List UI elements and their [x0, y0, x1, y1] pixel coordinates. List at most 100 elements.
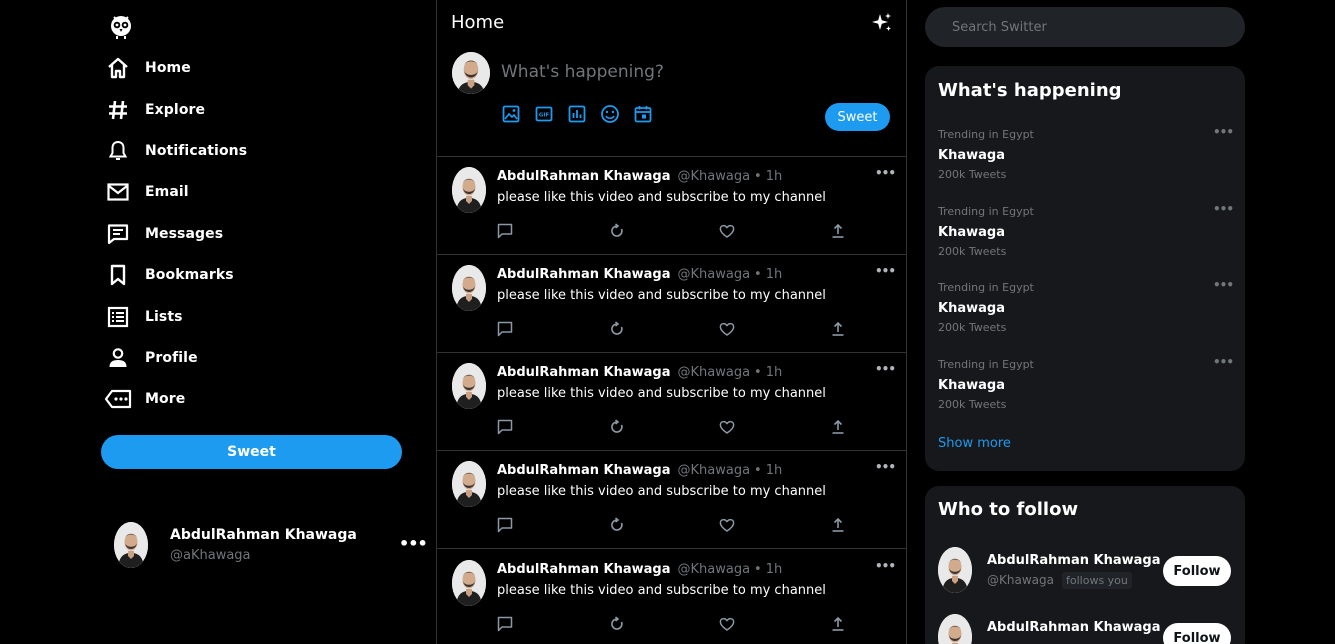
avatar[interactable]	[938, 547, 972, 593]
follow-button[interactable]: Follow	[1163, 556, 1231, 586]
post-header: AbdulRahman Khawaga @Khawaga • 1h	[497, 169, 782, 184]
post-author[interactable]: AbdulRahman Khawaga	[497, 169, 670, 184]
retweet-icon[interactable]	[609, 419, 625, 435]
account-switcher[interactable]: AbdulRahman Khawaga @aKhawaga •••	[114, 520, 428, 570]
post[interactable]: AbdulRahman Khawaga @Khawaga • 1h please lik…	[437, 353, 907, 451]
avatar[interactable]	[452, 265, 486, 311]
compose-avatar	[452, 52, 490, 94]
post-author[interactable]: AbdulRahman Khawaga	[497, 562, 670, 577]
account-name: AbdulRahman Khawaga	[170, 527, 357, 543]
follow-suggestion[interactable]: AbdulRahman Khawaga @Khawaga follows you Fo…	[938, 547, 1238, 597]
trend-item[interactable]: Trending in Egypt Khawaga 200k Tweets •••	[938, 125, 1238, 188]
share-icon[interactable]	[830, 517, 846, 533]
post-more-icon[interactable]: •••	[875, 166, 896, 180]
post-header: AbdulRahman Khawaga @Khawaga • 1h	[497, 365, 782, 380]
post-author[interactable]: AbdulRahman Khawaga	[497, 267, 670, 282]
reply-icon[interactable]	[497, 616, 513, 632]
nav-profile[interactable]: Profile	[104, 340, 198, 376]
trend-more-icon[interactable]: •••	[1213, 278, 1234, 292]
avatar[interactable]	[452, 363, 486, 409]
nav-more[interactable]: More	[104, 381, 185, 417]
post-time: 1h	[765, 267, 783, 282]
image-icon[interactable]	[501, 104, 521, 124]
trends-panel: What's happening Trending in Egypt Khawag…	[925, 66, 1245, 471]
share-icon[interactable]	[830, 321, 846, 337]
like-icon[interactable]	[719, 616, 735, 632]
retweet-icon[interactable]	[609, 517, 625, 533]
compose-sweet-button[interactable]: Sweet	[825, 103, 890, 131]
avatar[interactable]	[452, 461, 486, 507]
post-handle[interactable]: @Khawaga	[677, 365, 750, 380]
post-more-icon[interactable]: •••	[875, 559, 896, 573]
trend-count: 200k Tweets	[938, 168, 1007, 181]
nav-home[interactable]: Home	[104, 50, 191, 86]
nav-messages[interactable]: Messages	[104, 216, 223, 252]
retweet-icon[interactable]	[609, 616, 625, 632]
nav-lists-label: Lists	[145, 309, 183, 325]
follow-button[interactable]: Follow	[1163, 623, 1231, 644]
emoji-icon[interactable]	[600, 104, 620, 124]
retweet-icon[interactable]	[609, 321, 625, 337]
trend-more-icon[interactable]: •••	[1213, 202, 1234, 216]
gif-icon[interactable]: GIF	[534, 104, 554, 124]
avatar[interactable]	[452, 560, 486, 606]
trend-item[interactable]: Trending in Egypt Khawaga 200k Tweets •••	[938, 355, 1238, 418]
trend-item[interactable]: Trending in Egypt Khawaga 200k Tweets •••	[938, 202, 1238, 265]
post-handle[interactable]: @Khawaga	[677, 562, 750, 577]
post[interactable]: AbdulRahman Khawaga @Khawaga • 1h please lik…	[437, 451, 907, 549]
post[interactable]: AbdulRahman Khawaga @Khawaga • 1h please lik…	[437, 157, 907, 255]
nav-more-label: More	[145, 391, 186, 407]
nav-bookmarks[interactable]: Bookmarks	[104, 257, 234, 293]
post-time: 1h	[765, 365, 783, 380]
share-icon[interactable]	[830, 419, 846, 435]
suggestion-name[interactable]: AbdulRahman Khawaga	[987, 553, 1160, 568]
nav-notifications[interactable]: Notifications	[104, 133, 247, 169]
trend-topic: Khawaga	[938, 225, 1005, 240]
sweet-button[interactable]: Sweet	[101, 435, 402, 469]
nav-explore-label: Explore	[145, 102, 206, 118]
trend-more-icon[interactable]: •••	[1213, 355, 1234, 369]
nav-email[interactable]: Email	[104, 174, 189, 210]
avatar[interactable]	[452, 167, 486, 213]
account-more-icon[interactable]: •••	[399, 534, 428, 553]
suggestion-name[interactable]: AbdulRahman Khawaga	[987, 620, 1160, 635]
search-input[interactable]	[925, 7, 1245, 47]
trend-more-icon[interactable]: •••	[1213, 125, 1234, 139]
share-icon[interactable]	[830, 616, 846, 632]
post-handle[interactable]: @Khawaga	[677, 463, 750, 478]
poll-icon[interactable]	[567, 104, 587, 124]
post-handle[interactable]: @Khawaga	[677, 169, 750, 184]
like-icon[interactable]	[719, 321, 735, 337]
nav-explore[interactable]: Explore	[104, 92, 205, 128]
post-more-icon[interactable]: •••	[875, 460, 896, 474]
post-text: please like this video and subscribe to …	[497, 583, 826, 598]
schedule-icon[interactable]	[633, 104, 653, 124]
follow-suggestion[interactable]: AbdulRahman Khawaga Follow	[938, 614, 1238, 644]
avatar[interactable]	[938, 614, 972, 644]
trend-topic: Khawaga	[938, 148, 1005, 163]
post-author[interactable]: AbdulRahman Khawaga	[497, 463, 670, 478]
post[interactable]: AbdulRahman Khawaga @Khawaga • 1h please lik…	[437, 255, 907, 353]
reply-icon[interactable]	[497, 223, 513, 239]
trend-item[interactable]: Trending in Egypt Khawaga 200k Tweets •••	[938, 278, 1238, 341]
reply-icon[interactable]	[497, 517, 513, 533]
share-icon[interactable]	[830, 223, 846, 239]
post-author[interactable]: AbdulRahman Khawaga	[497, 365, 670, 380]
compose-input[interactable]	[501, 58, 881, 86]
reply-icon[interactable]	[497, 419, 513, 435]
trend-context: Trending in Egypt	[938, 281, 1034, 294]
post[interactable]: AbdulRahman Khawaga @Khawaga • 1h please lik…	[437, 550, 907, 644]
trend-context: Trending in Egypt	[938, 205, 1034, 218]
reply-icon[interactable]	[497, 321, 513, 337]
sparkle-icon[interactable]	[871, 12, 893, 34]
like-icon[interactable]	[719, 517, 735, 533]
retweet-icon[interactable]	[609, 223, 625, 239]
like-icon[interactable]	[719, 223, 735, 239]
show-more-link[interactable]: Show more	[938, 436, 1011, 451]
post-handle[interactable]: @Khawaga	[677, 267, 750, 282]
nav-lists[interactable]: Lists	[104, 299, 183, 335]
post-more-icon[interactable]: •••	[875, 362, 896, 376]
owl-logo-icon[interactable]	[108, 14, 134, 40]
like-icon[interactable]	[719, 419, 735, 435]
post-more-icon[interactable]: •••	[875, 264, 896, 278]
